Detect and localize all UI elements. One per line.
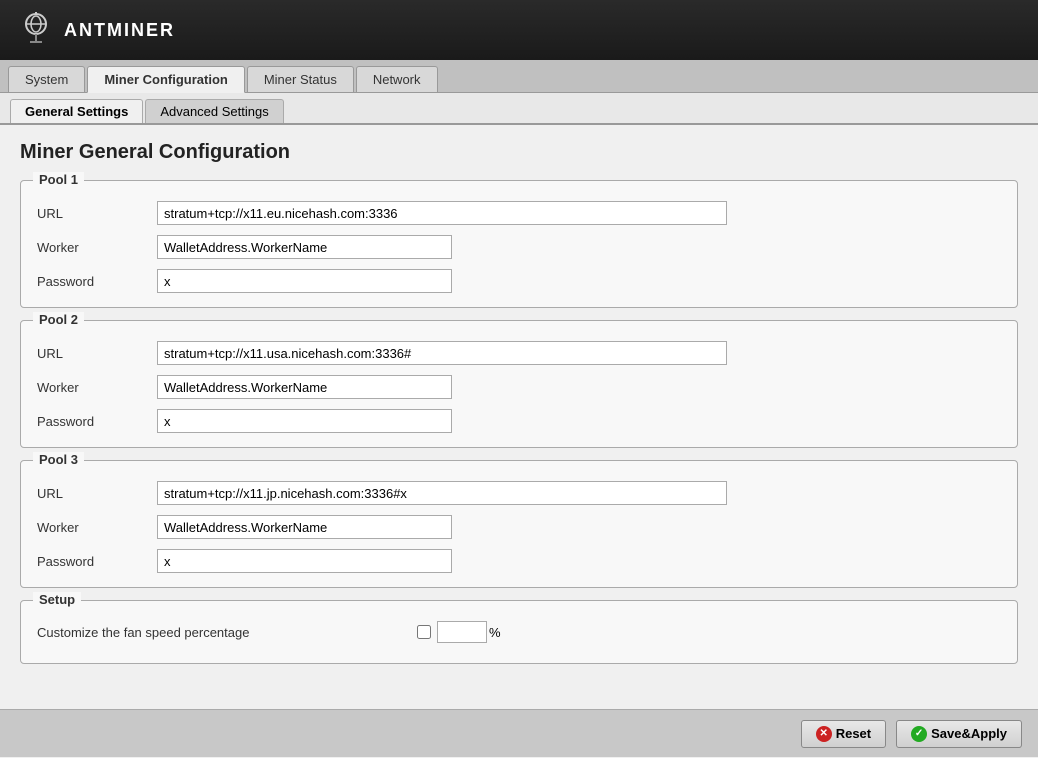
pool3-url-row: URL [37, 481, 1001, 505]
page-title: Miner General Configuration [20, 141, 1018, 164]
save-icon: ✓ [911, 726, 927, 742]
logo-text: ANTMINER [64, 20, 175, 41]
fan-speed-row: Customize the fan speed percentage % [37, 621, 1001, 643]
pool2-url-label: URL [37, 346, 157, 361]
pool3-password-row: Password [37, 549, 1001, 573]
pool3-legend: Pool 3 [33, 452, 84, 467]
setup-legend: Setup [33, 592, 81, 607]
fan-speed-label: Customize the fan speed percentage [37, 625, 417, 640]
pool1-password-input[interactable] [157, 269, 452, 293]
reset-button[interactable]: ✕ Reset [801, 720, 886, 748]
sub-tabs: General Settings Advanced Settings [0, 93, 1038, 125]
pool2-worker-label: Worker [37, 380, 157, 395]
pool2-legend: Pool 2 [33, 312, 84, 327]
sub-tab-advanced[interactable]: Advanced Settings [145, 99, 283, 123]
fan-speed-input[interactable] [437, 621, 487, 643]
pool1-legend: Pool 1 [33, 172, 84, 187]
tab-network[interactable]: Network [356, 66, 438, 92]
pool3-password-input[interactable] [157, 549, 452, 573]
pool1-worker-row: Worker [37, 235, 1001, 259]
pool2-password-input[interactable] [157, 409, 452, 433]
pool2-worker-input[interactable] [157, 375, 452, 399]
pool1-password-label: Password [37, 274, 157, 289]
pool3-url-input[interactable] [157, 481, 727, 505]
save-apply-button[interactable]: ✓ Save&Apply [896, 720, 1022, 748]
tab-system[interactable]: System [8, 66, 85, 92]
pool1-password-row: Password [37, 269, 1001, 293]
pool1-section: Pool 1 URL Worker Password [20, 180, 1018, 308]
pool2-url-input[interactable] [157, 341, 727, 365]
pool1-worker-input[interactable] [157, 235, 452, 259]
tab-miner-config[interactable]: Miner Configuration [87, 66, 245, 93]
reset-label: Reset [836, 726, 871, 741]
pool3-password-label: Password [37, 554, 157, 569]
pool3-worker-row: Worker [37, 515, 1001, 539]
pool2-worker-row: Worker [37, 375, 1001, 399]
pool1-url-input[interactable] [157, 201, 727, 225]
pool1-worker-label: Worker [37, 240, 157, 255]
main-content: Miner General Configuration Pool 1 URL W… [0, 125, 1038, 692]
pool2-password-label: Password [37, 414, 157, 429]
setup-section: Setup Customize the fan speed percentage… [20, 600, 1018, 664]
fan-speed-checkbox[interactable] [417, 625, 431, 639]
sub-tab-general[interactable]: General Settings [10, 99, 143, 123]
tab-miner-status[interactable]: Miner Status [247, 66, 354, 92]
antminer-logo-icon [16, 10, 56, 50]
pool1-url-row: URL [37, 201, 1001, 225]
pool3-url-label: URL [37, 486, 157, 501]
pool3-worker-label: Worker [37, 520, 157, 535]
pool2-url-row: URL [37, 341, 1001, 365]
content-area: General Settings Advanced Settings Miner… [0, 93, 1038, 758]
pool2-password-row: Password [37, 409, 1001, 433]
fan-percent-symbol: % [489, 625, 501, 640]
pool3-section: Pool 3 URL Worker Password [20, 460, 1018, 588]
app-header: ANTMINER [0, 0, 1038, 60]
logo-area: ANTMINER [16, 10, 175, 50]
pool1-url-label: URL [37, 206, 157, 221]
nav-tabs: System Miner Configuration Miner Status … [0, 60, 1038, 93]
pool3-worker-input[interactable] [157, 515, 452, 539]
reset-icon: ✕ [816, 726, 832, 742]
footer: ✕ Reset ✓ Save&Apply [0, 709, 1038, 757]
pool2-section: Pool 2 URL Worker Password [20, 320, 1018, 448]
save-label: Save&Apply [931, 726, 1007, 741]
